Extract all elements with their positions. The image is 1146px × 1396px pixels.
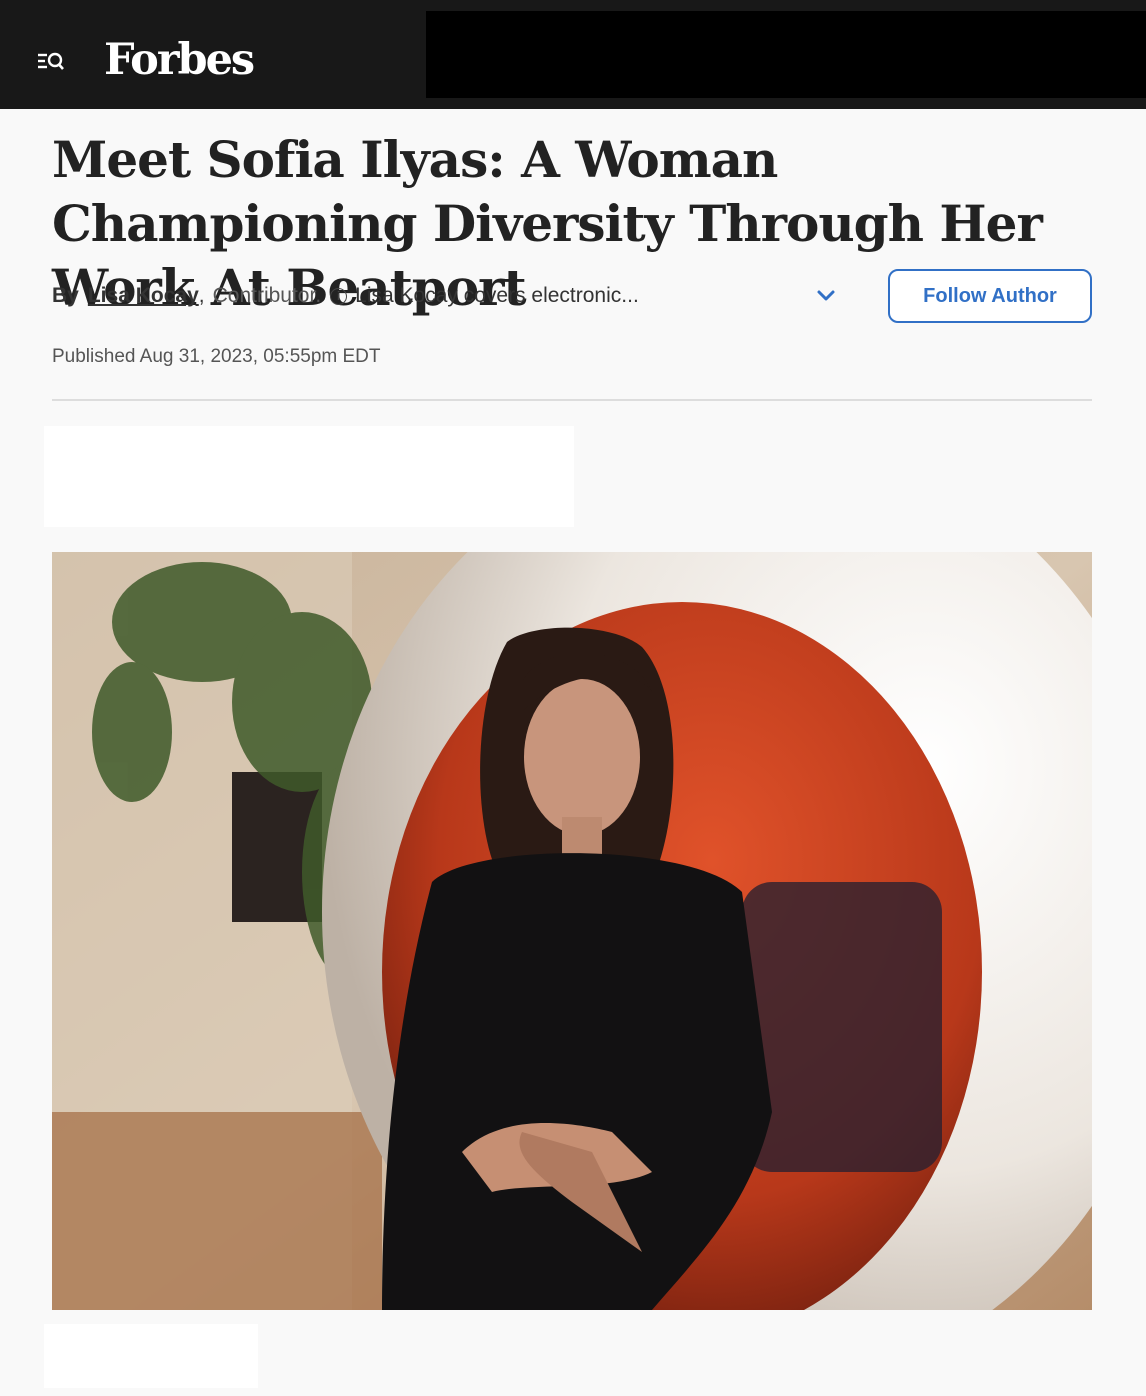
forbes-logo[interactable]: Forbes xyxy=(104,34,255,86)
follow-author-button[interactable]: Follow Author xyxy=(888,269,1092,323)
author-role: Contributor. xyxy=(212,284,322,307)
byline-comma: , xyxy=(198,284,205,307)
author-link[interactable]: Lisa Kocay xyxy=(88,282,199,310)
chevron-down-icon[interactable] xyxy=(812,282,840,310)
author-bio-preview: Lisa Kocay covers electronic... xyxy=(355,284,639,307)
ad-placeholder xyxy=(44,426,574,527)
info-icon[interactable]: i xyxy=(330,287,348,305)
image-caption-placeholder xyxy=(44,1324,258,1388)
article-byline: By Lisa Kocay , Contributor. i Lisa Koca… xyxy=(52,282,639,310)
header-divider xyxy=(52,399,1092,401)
byline-prefix: By xyxy=(52,284,79,307)
menu-search-icon[interactable] xyxy=(34,46,68,76)
published-date: Published Aug 31, 2023, 05:55pm EDT xyxy=(52,346,381,367)
top-navigation-bar: Forbes xyxy=(0,0,1146,109)
header-ad-banner xyxy=(426,11,1146,98)
hero-image xyxy=(52,552,1092,1310)
